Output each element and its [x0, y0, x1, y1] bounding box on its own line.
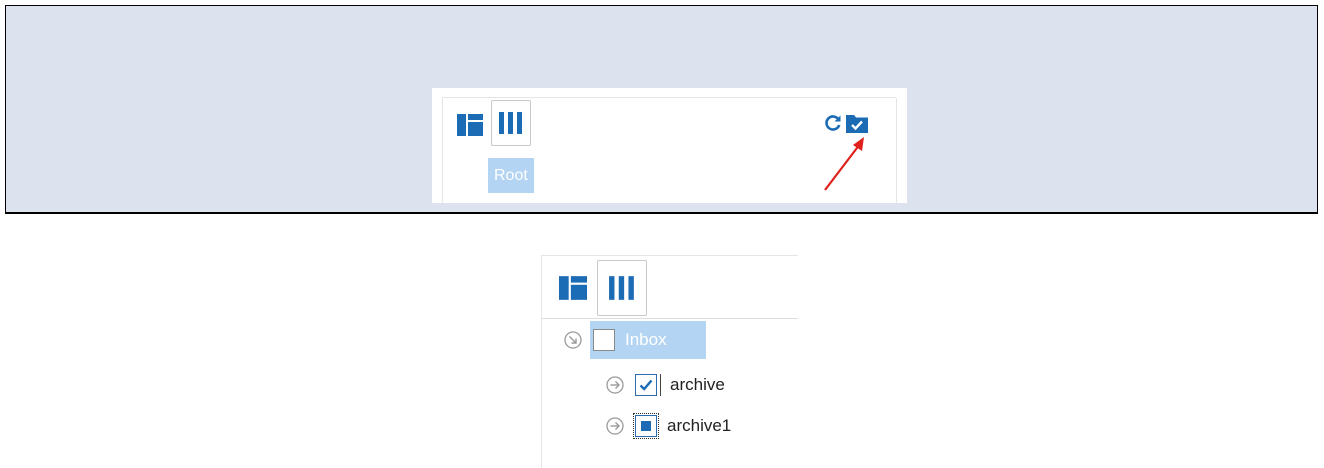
archive-checkbox[interactable]: [635, 374, 657, 396]
tree-view-button[interactable]: [551, 263, 595, 313]
layout-tree-icon: [457, 114, 483, 136]
screenshot-canvas: Root Inbox archive archive1: [0, 0, 1324, 468]
inbox-checkbox[interactable]: [593, 329, 615, 351]
tree-node-archive[interactable]: archive: [605, 366, 725, 404]
tree-node-inbox[interactable]: Inbox: [563, 321, 667, 359]
tree-node-label[interactable]: Inbox: [625, 330, 667, 350]
archive1-checkbox[interactable]: [633, 413, 659, 439]
folder-check-icon[interactable]: [845, 112, 869, 134]
tree-view-button[interactable]: [450, 102, 490, 148]
root-node[interactable]: Root: [488, 158, 534, 193]
folder-tree-widget: Inbox archive archive1: [541, 255, 798, 468]
checkmark-icon: [639, 379, 653, 391]
tree-node-label[interactable]: archive1: [667, 416, 731, 436]
folder-picker-widget: Root: [432, 88, 907, 203]
columns-view-button[interactable]: [491, 100, 531, 146]
indeterminate-mark-icon: [641, 421, 651, 431]
collapse-icon[interactable]: [563, 330, 583, 350]
top-panel: Root: [5, 5, 1318, 214]
columns-icon: [499, 112, 522, 134]
annotation-arrow: [824, 137, 864, 191]
layout-tree-icon: [559, 276, 587, 300]
tree-node-archive1[interactable]: archive1: [605, 407, 731, 445]
expand-icon[interactable]: [605, 416, 625, 436]
refresh-icon[interactable]: [823, 113, 843, 133]
columns-view-button[interactable]: [597, 260, 647, 316]
tree-node-label[interactable]: archive: [670, 375, 725, 395]
expand-icon[interactable]: [605, 375, 625, 395]
columns-icon: [609, 276, 634, 300]
